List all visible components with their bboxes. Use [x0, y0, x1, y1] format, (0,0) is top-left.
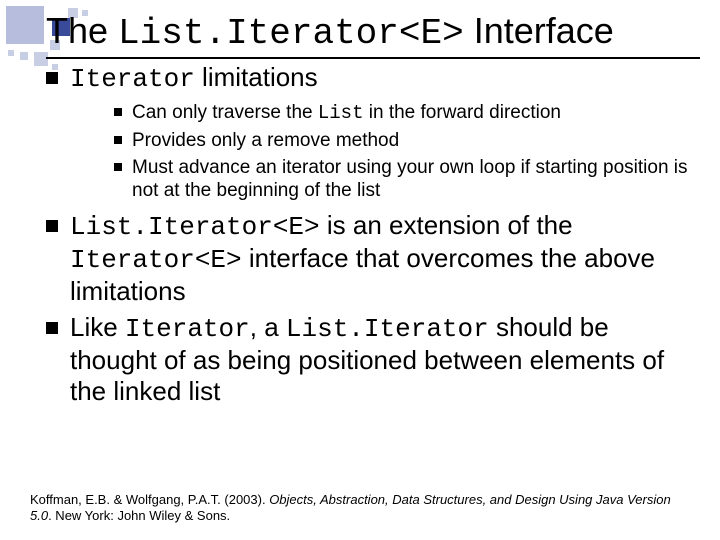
bullet-item: Iterator limitations Can only traverse th…: [46, 62, 696, 202]
citation-authors: Koffman, E.B. & Wolfgang, P.A.T. (2003).: [30, 492, 269, 507]
bullet-list: Iterator limitations Can only traverse th…: [46, 62, 696, 406]
text: Must advance an iterator using your own …: [132, 157, 688, 201]
text: , a: [250, 312, 286, 342]
sub-bullet-item: Provides only a remove method: [114, 129, 696, 152]
text: Provides only a remove method: [132, 130, 399, 151]
title-code: List.Iterator<E>: [118, 13, 464, 54]
text: Like: [70, 312, 125, 342]
square-icon: [8, 50, 14, 56]
slide-title: The List.Iterator<E> Interface: [46, 12, 700, 59]
text: in the forward direction: [363, 102, 561, 123]
sub-bullet-item: Can only traverse the List in the forwar…: [114, 101, 696, 125]
slide: The List.Iterator<E> Interface Iterator …: [0, 0, 720, 540]
square-icon: [6, 6, 44, 44]
text: is an extension of the: [320, 210, 573, 240]
square-icon: [20, 52, 28, 60]
sub-bullet-list: Can only traverse the List in the forwar…: [114, 101, 696, 203]
citation-rest: . New York: John Wiley & Sons.: [48, 508, 230, 523]
sub-bullet-item: Must advance an iterator using your own …: [114, 156, 696, 202]
text: limitations: [195, 62, 318, 92]
title-post: Interface: [464, 10, 614, 51]
citation: Koffman, E.B. & Wolfgang, P.A.T. (2003).…: [30, 492, 690, 525]
code-text: Iterator: [70, 64, 195, 94]
bullet-item: List.Iterator<E> is an extension of the …: [46, 210, 696, 306]
code-text: List.Iterator<E>: [70, 212, 320, 242]
code-text: Iterator<E>: [70, 245, 242, 275]
code-text: List.Iterator: [286, 314, 489, 344]
slide-body: Iterator limitations Can only traverse th…: [46, 62, 696, 412]
title-pre: The: [46, 10, 118, 51]
code-text: List: [318, 102, 364, 124]
text: Can only traverse the: [132, 102, 318, 123]
code-text: Iterator: [125, 314, 250, 344]
bullet-item: Like Iterator, a List.Iterator should be…: [46, 312, 696, 406]
